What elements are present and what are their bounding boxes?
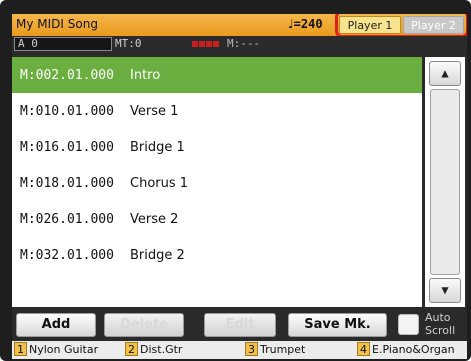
auto-scroll-label: Auto Scroll [425, 311, 456, 337]
arrow-up-icon: ▲ [441, 66, 449, 80]
edit-button[interactable]: Edit [204, 313, 276, 337]
marker-name: Verse 1 [130, 103, 179, 119]
marker-row[interactable]: M:016.01.000 Bridge 1 [12, 129, 422, 165]
marker-page: My MIDI Song ♩=240 Player 1 Player 2 A 0… [12, 14, 467, 359]
device-frame: My MIDI Song ♩=240 Player 1 Player 2 A 0… [0, 0, 471, 361]
marker-row[interactable]: M:018.01.000 Chorus 1 [12, 165, 422, 201]
marker-name: Bridge 1 [130, 139, 185, 155]
track-number: 1 [14, 342, 27, 356]
marker-row[interactable]: M:026.01.000 Verse 2 [12, 201, 422, 237]
marker-position: M:002.01.000 [20, 67, 114, 83]
marker-position: M:016.01.000 [20, 139, 114, 155]
scroll-track[interactable] [430, 89, 460, 275]
track-bar: 1 Nylon Guitar 2 Dist.Gtr 3 Trumpet 4 E.Pian… [12, 341, 467, 359]
track-number: 3 [245, 342, 258, 356]
scroll-down-button[interactable]: ▼ [429, 278, 461, 303]
arrow-down-icon: ▼ [441, 283, 449, 297]
marker-name: Chorus 1 [130, 175, 189, 191]
track-name: E.Piano&Organ [372, 342, 455, 356]
song-title: My MIDI Song [16, 17, 98, 31]
marker-position: M:018.01.000 [20, 175, 114, 191]
track-name: Dist.Gtr [140, 342, 183, 356]
track-1[interactable]: 1 Nylon Guitar [14, 342, 98, 356]
auto-scroll-checkbox[interactable] [398, 314, 419, 335]
mt-readout: MT:0 [115, 37, 142, 50]
measure-readout: M:--- [227, 37, 261, 50]
list-scrollbar[interactable]: ▲ ▼ [425, 57, 465, 307]
track-number: 2 [125, 342, 138, 356]
title-bar: My MIDI Song ♩=240 Player 1 Player 2 [12, 14, 467, 38]
marker-row[interactable]: M:002.01.000 Intro [12, 57, 422, 93]
tempo-display: ♩=240 [288, 17, 323, 31]
tempo-value: =240 [293, 17, 323, 31]
marker-position: M:032.01.000 [20, 247, 114, 263]
track-4[interactable]: 4 E.Piano&Organ [357, 342, 455, 356]
marker-row[interactable]: M:032.01.000 Bridge 2 [12, 237, 422, 273]
delete-button[interactable]: Delete [104, 313, 184, 337]
marker-name: Verse 2 [130, 211, 179, 227]
save-marker-button[interactable]: Save Mk. [288, 313, 387, 337]
marker-name: Bridge 2 [130, 247, 185, 263]
level-meter [192, 41, 219, 47]
scroll-up-button[interactable]: ▲ [429, 61, 461, 86]
marker-list: M:002.01.000 Intro M:010.01.000 Verse 1 M:… [12, 57, 422, 307]
track-number: 4 [357, 342, 370, 356]
marker-position: M:026.01.000 [20, 211, 114, 227]
player-highlight-ring [335, 14, 467, 38]
add-button[interactable]: Add [16, 313, 96, 337]
track-name: Trumpet [260, 342, 306, 356]
current-marker-field: A 0 [14, 37, 112, 51]
track-3[interactable]: 3 Trumpet [245, 342, 305, 356]
status-bar: A 0 MT:0 M:--- [12, 36, 467, 53]
button-bar: Add Delete Edit Save Mk. Auto Scroll [12, 311, 467, 339]
marker-row[interactable]: M:010.01.000 Verse 1 [12, 93, 422, 129]
track-name: Nylon Guitar [29, 342, 99, 356]
marker-position: M:010.01.000 [20, 103, 114, 119]
track-2[interactable]: 2 Dist.Gtr [125, 342, 182, 356]
marker-name: Intro [130, 67, 161, 83]
